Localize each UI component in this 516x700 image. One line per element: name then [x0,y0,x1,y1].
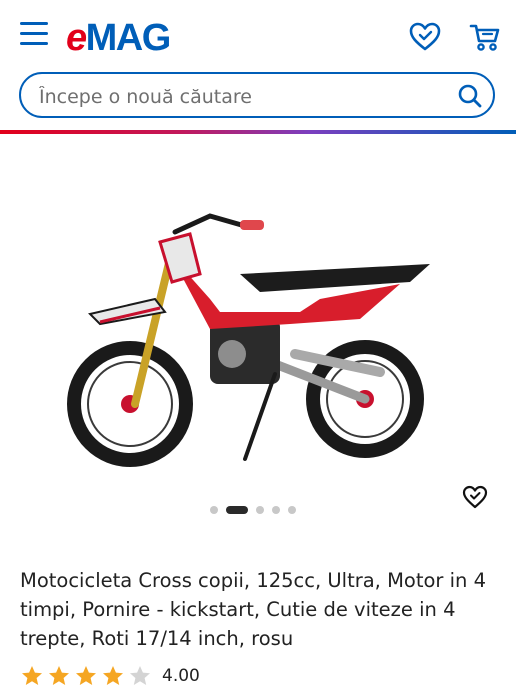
search-input[interactable] [37,83,441,111]
star-filled-icon [49,666,69,685]
cart-button[interactable] [468,20,502,54]
logo-mag: MAG [85,17,172,59]
add-to-favorites-button[interactable] [462,484,488,510]
favorites-button[interactable] [408,20,442,54]
menu-icon-line [20,42,48,45]
gallery-dot[interactable] [272,506,280,514]
menu-icon-line [20,32,48,35]
search-icon[interactable] [457,83,483,109]
cart-icon [469,24,500,51]
heart-icon [409,22,441,51]
gallery-dot[interactable] [288,506,296,514]
gallery-dot[interactable] [256,506,264,514]
gallery-dot-active[interactable] [226,506,248,514]
product-rating[interactable]: 4.00 [20,664,200,688]
menu-icon-line [20,22,48,25]
logo-e: e [66,17,87,59]
search-bar[interactable] [19,72,495,118]
app-header: eMAG [0,0,516,134]
star-filled-icon [22,666,42,685]
product-title: Motocicleta Cross copii, 125cc, Ultra, M… [20,569,487,650]
gallery-dot[interactable] [210,506,218,514]
star-filled-icon [103,666,123,685]
product-image[interactable] [60,204,450,474]
emag-logo[interactable]: eMAG [66,16,172,60]
star-filled-icon [76,666,96,685]
menu-button[interactable] [20,22,50,50]
heart-check-icon [462,485,488,509]
star-empty-icon [130,666,150,685]
product-gallery[interactable] [0,134,516,534]
gallery-pagination [210,506,296,514]
rating-value: 4.00 [162,666,200,686]
